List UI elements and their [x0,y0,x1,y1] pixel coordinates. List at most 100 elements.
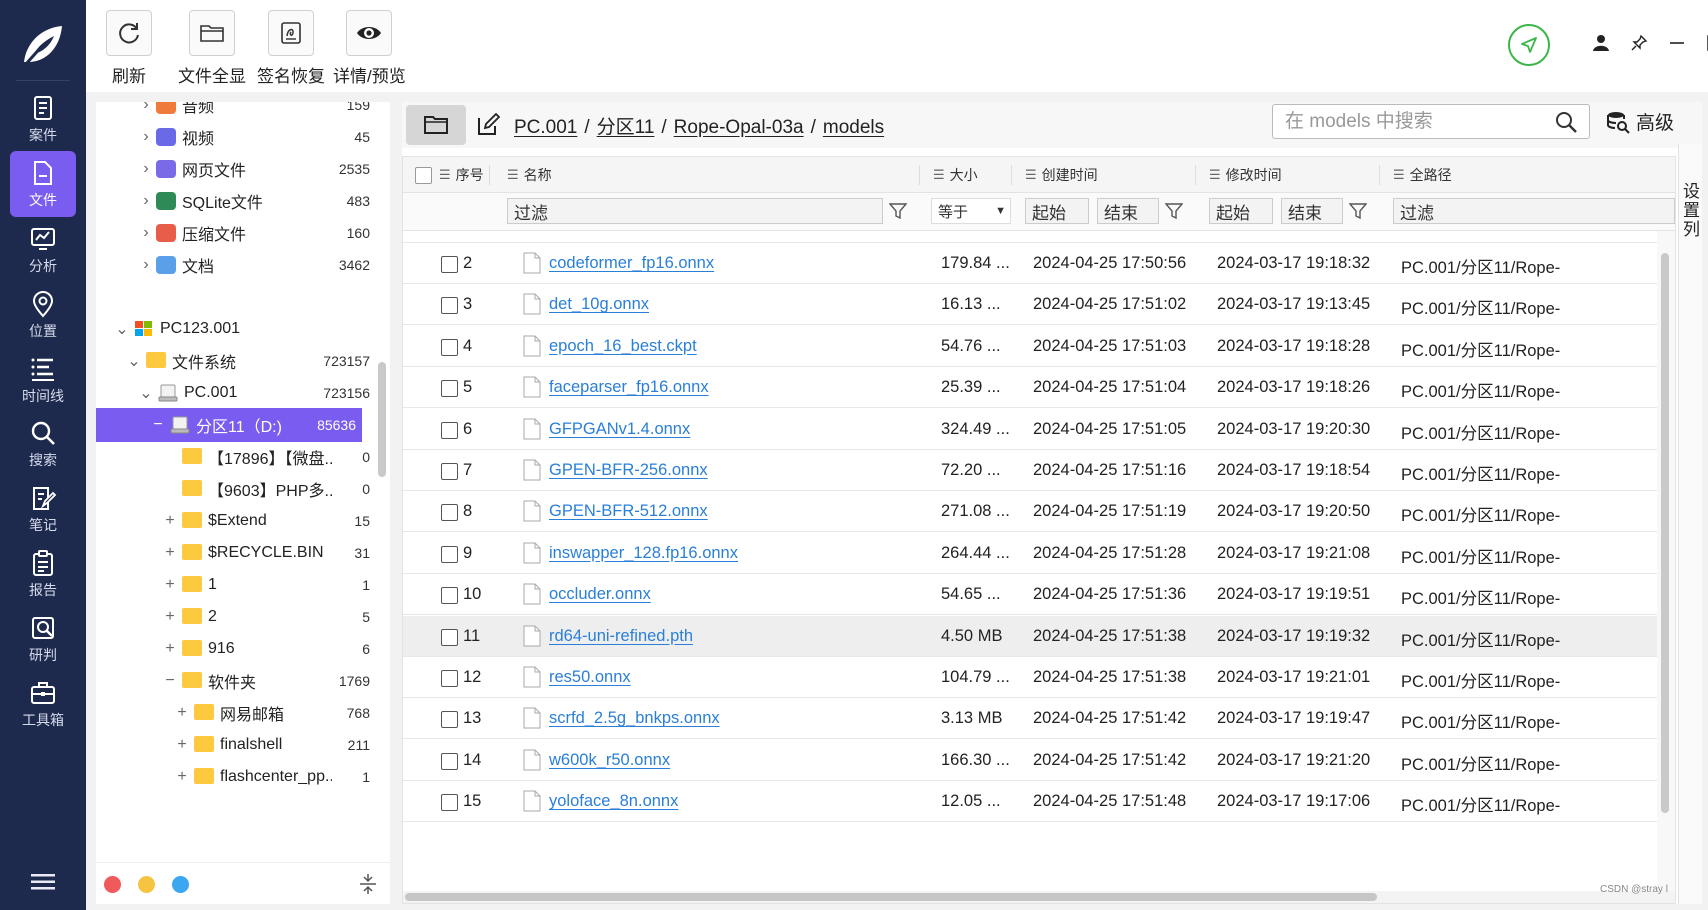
expand-toggle-icon[interactable]: + [162,544,178,562]
blue-dot[interactable] [172,876,189,893]
file-name-link[interactable]: det_10g.onnx [549,295,649,314]
tree-node[interactable]: +2 5 [96,600,376,634]
expand-toggle-icon[interactable]: ⌄ [114,319,130,339]
tree-node[interactable]: + $RECYCLE.BIN 31 [96,536,376,570]
expand-toggle-icon[interactable]: › [138,128,154,146]
col-name[interactable]: ☰ 名称 [507,157,552,193]
expand-toggle-icon[interactable]: › [138,256,154,274]
row-checkbox[interactable] [441,545,458,563]
hamburger-menu-icon[interactable] [31,872,55,892]
table-row[interactable]: 11 rd64-uni-refined.pth 4.50 MB 2024-04-25 … [403,615,1657,657]
tree-node[interactable]: − 软件夹 1769 [96,664,376,698]
details-preview-button[interactable]: 详情/预览 [333,10,406,87]
table-row[interactable]: 13 scrfd_2.5g_bnkps.onnx 3.13 MB 2024-04-25… [403,698,1657,740]
nav-item-toolbox[interactable]: 工具箱 [10,671,76,737]
col-index[interactable]: ☰ 序号 [439,157,484,193]
expand-toggle-icon[interactable]: › [138,224,154,242]
edit-path-icon[interactable] [476,113,500,137]
tree-node[interactable]: ⌄ PC123.001 [96,312,376,346]
filter-icon[interactable] [1165,202,1183,220]
tree-node[interactable]: + $Extend 15 [96,504,376,538]
expand-toggle-icon[interactable]: › [138,160,154,178]
file-name-link[interactable]: rd64-uni-refined.pth [549,627,693,646]
row-checkbox[interactable] [441,711,458,729]
table-row[interactable]: 5 faceparser_fp16.onnx 25.39 ... 2024-04-25… [403,367,1657,409]
vertical-scrollbar[interactable] [1657,231,1675,891]
row-checkbox[interactable] [441,421,458,439]
size-operator-select[interactable]: 等于 ▼ [931,198,1011,224]
expand-toggle-icon[interactable]: + [162,640,178,658]
file-name-link[interactable]: inswapper_128.fp16.onnx [549,544,738,563]
file-name-link[interactable]: codeformer_fp16.onnx [549,254,714,273]
table-row[interactable]: 15 yoloface_8n.onnx 12.05 ... 2024-04-25 17… [403,781,1657,823]
tree-node[interactable]: ⌄ PC.001 723156 [96,376,376,410]
tree-node[interactable]: − 分区11（D:) 85636 [96,408,362,442]
tree-node[interactable]: › 文档 3462 [96,248,376,282]
file-name-link[interactable]: GPEN-BFR-256.onnx [549,461,708,480]
row-checkbox[interactable] [441,463,458,480]
row-checkbox[interactable] [441,587,458,605]
table-row[interactable]: 3 det_10g.onnx 16.13 ... 2024-04-25 17:51:0… [403,284,1657,326]
tree-node[interactable]: + 网易邮箱 768 [96,696,376,730]
minimize-button[interactable] [1664,30,1690,56]
select-all-checkbox[interactable] [415,157,432,193]
file-name-link[interactable]: w600k_r50.onnx [549,751,670,770]
tree-scrollbar[interactable] [378,362,386,477]
table-row[interactable]: 2 codeformer_fp16.onnx 179.84 ... 2024-04-2… [403,243,1657,284]
file-name-link[interactable]: yoloface_8n.onnx [549,792,678,811]
folder-view-button[interactable] [406,105,466,145]
row-checkbox[interactable] [441,794,458,812]
maximize-button[interactable] [1702,30,1708,56]
row-checkbox[interactable] [441,380,458,398]
nav-item-analysis[interactable]: 分析 [10,217,76,283]
row-checkbox[interactable] [441,670,458,687]
created-end-input[interactable]: 结束 [1097,198,1159,224]
search-input[interactable] [1285,109,1535,135]
expand-toggle-icon[interactable]: › [138,192,154,210]
tree-node[interactable]: +916 6 [96,632,376,666]
collapse-all-icon[interactable] [358,873,378,895]
table-row[interactable]: 6 GFPGANv1.4.onnx 324.49 ... 2024-04-25 17:… [403,409,1657,450]
col-divider[interactable] [919,165,920,185]
table-row[interactable]: 14 w600k_r50.onnx 166.30 ... 2024-04-25 17:… [403,740,1657,781]
tree-node[interactable]: 【17896】【微盘... 0 [96,440,376,474]
modified-end-input[interactable]: 结束 [1281,198,1343,224]
search-icon[interactable] [1555,111,1577,133]
tree-node[interactable]: 【9603】PHP多... 0 [96,472,376,506]
col-divider[interactable] [489,165,490,185]
table-row[interactable]: 4 epoch_16_best.ckpt 54.76 ... 2024-04-25 1… [403,326,1657,367]
table-row[interactable]: 8 GPEN-BFR-512.onnx 271.08 ... 2024-04-25 1… [403,491,1657,533]
nav-item-judge[interactable]: 研判 [10,606,76,672]
col-divider[interactable] [1011,165,1012,185]
expand-toggle-icon[interactable]: − [150,416,166,434]
tree-node[interactable]: › SQLite文件 483 [96,184,376,218]
tree-node[interactable]: › 视频 45 [96,120,376,154]
column-settings-button[interactable]: 设置列 [1678,144,1702,904]
horizontal-scroll-thumb[interactable] [405,893,1377,901]
tree-node[interactable]: + finalshell 211 [96,728,376,762]
file-name-link[interactable]: res50.onnx [549,668,631,687]
col-divider[interactable] [1379,165,1380,185]
tree-node[interactable]: ⌄ 文件系统 723157 [96,344,376,378]
table-row[interactable]: 10 occluder.onnx 54.65 ... 2024-04-25 17:51… [403,574,1657,616]
nav-item-timeline[interactable]: 时间线 [10,347,76,413]
tree-node[interactable]: › 音频 159 [96,102,376,122]
expand-toggle-icon[interactable]: + [162,576,178,594]
tree-node[interactable]: +1 1 [96,568,376,602]
row-checkbox[interactable] [441,297,458,315]
expand-toggle-icon[interactable]: › [138,102,154,114]
breadcrumb-item[interactable]: Rope-Opal-03a [674,117,804,138]
col-divider[interactable] [1195,165,1196,185]
nav-item-location[interactable]: 位置 [10,282,76,348]
nav-item-case[interactable]: 案件 [10,86,76,152]
file-name-link[interactable]: faceparser_fp16.onnx [549,378,709,397]
send-button[interactable] [1508,24,1550,66]
file-name-link[interactable]: epoch_16_best.ckpt [549,337,697,356]
breadcrumb-item[interactable]: PC.001 [514,117,577,138]
expand-toggle-icon[interactable]: + [162,608,178,626]
table-row[interactable]: 9 inswapper_128.fp16.onnx 264.44 ... 2024-0… [403,533,1657,574]
col-created[interactable]: ☰ 创建时间 [1025,157,1098,193]
path-filter-input[interactable]: 过滤 [1393,198,1675,224]
row-checkbox[interactable] [441,628,458,646]
tree-node[interactable]: + flashcenter_pp... 1 [96,760,376,794]
